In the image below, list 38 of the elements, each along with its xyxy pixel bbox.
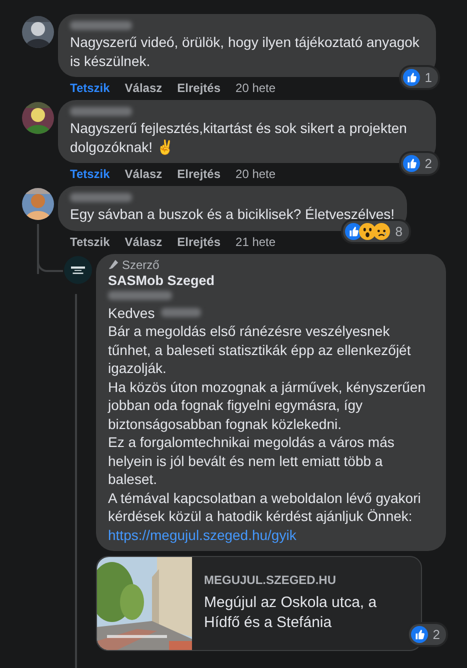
blurred-name — [70, 21, 132, 30]
reply-link[interactable]: Válasz — [124, 234, 162, 250]
like-link[interactable]: Tetszik — [70, 234, 110, 250]
greeting-text: Kedves — [108, 304, 155, 322]
reaction-count-badge[interactable]: 2 — [408, 624, 446, 644]
comment-text: Nagyszerű fejlesztés,kitartást és sok sikert a projekten dolgozóknak! ✌ — [70, 119, 408, 156]
reply-link[interactable]: Válasz — [124, 81, 162, 96]
comment-time[interactable]: 20 hete — [236, 81, 276, 96]
reply-text: Ez a forgalomtechnikai megoldás a város más helyein is jól bevált és nem lett emiatt több a baleset. — [108, 433, 396, 488]
link-preview-card[interactable]: MEGUJUL.SZEGED.HU Megújul az Oskola utca, a Hídfő és a Stefánia — [96, 556, 422, 650]
comment-text: Egy sávban a buszok és a biciklisek? Életveszélyes! — [70, 205, 394, 224]
blurred-name — [70, 107, 132, 116]
thread-line — [37, 224, 39, 274]
comment-text: Nagyszerű videó, örülök, hogy ilyen tájékoztató anyagok is készülnek. — [70, 33, 420, 70]
hide-link[interactable]: Elrejtés — [177, 234, 221, 250]
link-domain: MEGUJUL.SZEGED.HU — [204, 572, 336, 586]
pen-icon — [108, 259, 119, 270]
reply-link[interactable]: Válasz — [124, 167, 162, 182]
like-link[interactable]: Tetszik — [70, 167, 110, 182]
reply-text: Bár a megoldás első ránézésre veszélyesnek tűnhet, a baleseti statisztikák épp az ellenkezőjét igazolják. — [108, 322, 412, 378]
reply-text: A témával kapcsolatban a weboldalon lévő gyakori kérdések közül a hatodik kérdést ajánljuk Önnek: — [108, 488, 422, 526]
blurred-name — [160, 308, 201, 318]
reaction-count-badge[interactable]: 2 — [400, 153, 438, 174]
logo-icon — [64, 256, 92, 284]
author-label: Szerző — [122, 258, 160, 272]
hide-link[interactable]: Elrejtés — [177, 167, 221, 182]
comment-time[interactable]: 21 hete — [236, 234, 276, 250]
blurred-name — [108, 290, 172, 300]
like-link[interactable]: Tetszik — [70, 81, 110, 96]
blurred-name — [70, 193, 132, 202]
reaction-count-badge[interactable]: 1 — [400, 67, 438, 88]
hide-link[interactable]: Elrejtés — [177, 81, 221, 96]
reply-text: Ha közös úton mozognak a járművek, kényszerűen jobban oda fognak figyelni egymásra, így biztonságosabban fognak közlekedni. — [108, 378, 426, 433]
link-title: Megújul az Oskola utca, a Hídfő és a Stefánia — [204, 592, 378, 632]
author-name[interactable]: SASMob Szeged — [108, 272, 434, 288]
url-link[interactable]: https://megujul.szeged.hu/gyik — [108, 526, 296, 544]
reaction-count-badge[interactable]: 8 — [343, 220, 408, 242]
comment-time[interactable]: 20 hete — [236, 167, 276, 182]
